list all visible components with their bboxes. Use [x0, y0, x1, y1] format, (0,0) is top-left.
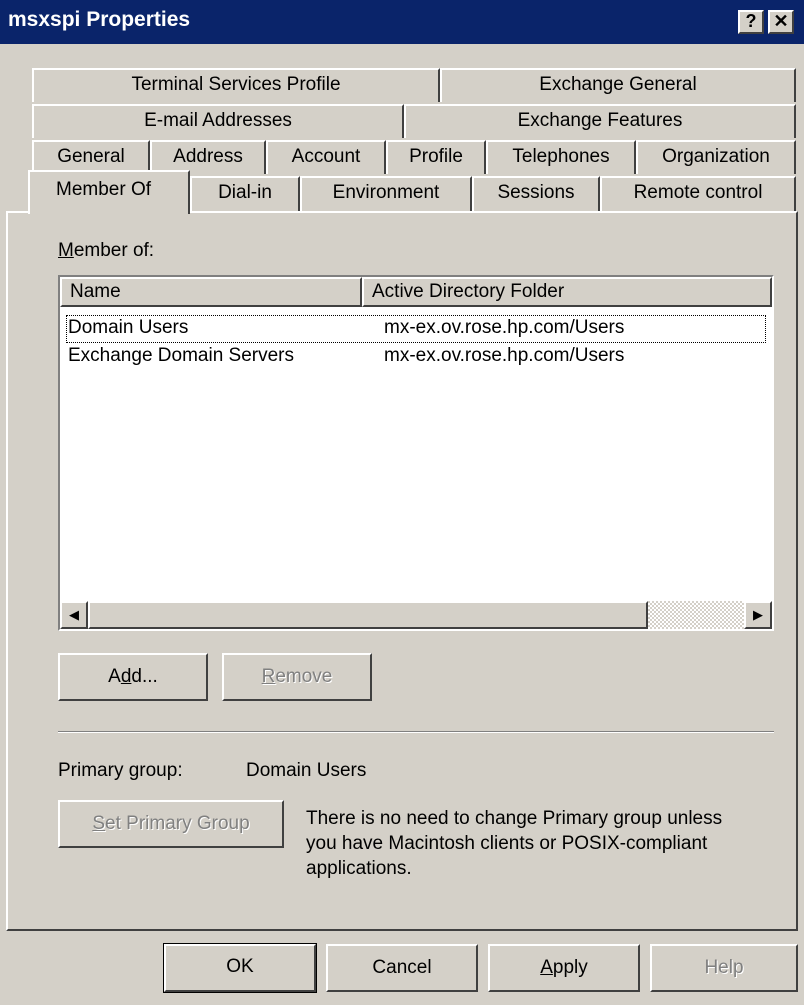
member-of-label-text: ember of: [73, 240, 155, 261]
set-primary-label-post: et Primary Group [105, 813, 250, 834]
tab-general[interactable]: General [32, 140, 150, 174]
scrollbar-track[interactable] [648, 601, 744, 629]
list-item-exchange-domain-servers[interactable]: Exchange Domain Servers mx-ex.ov.rose.hp… [66, 343, 766, 371]
add-label-mnemonic: d [120, 666, 132, 687]
tab-profile[interactable]: Profile [386, 140, 486, 174]
column-header-name[interactable]: Name [60, 277, 362, 307]
tab-terminal-services-profile[interactable]: Terminal Services Profile [32, 68, 440, 102]
list-item-name: Exchange Domain Servers [68, 345, 294, 366]
list-item-folder: mx-ex.ov.rose.hp.com/Users [384, 345, 625, 366]
close-icon[interactable]: ✕ [768, 10, 794, 34]
help-button[interactable]: Help [650, 944, 798, 992]
note-line: applications. [306, 858, 412, 879]
note-line: you have Macintosh clients or POSIX-comp… [306, 833, 708, 854]
member-of-mnemonic: M [58, 240, 74, 261]
separator [58, 731, 774, 733]
tab-organization[interactable]: Organization [636, 140, 796, 174]
member-of-label: Member of: [58, 240, 154, 262]
tab-sessions[interactable]: Sessions [472, 176, 600, 212]
tab-dial-in[interactable]: Dial-in [190, 176, 300, 212]
tab-address[interactable]: Address [150, 140, 266, 174]
remove-button[interactable]: Remove [222, 653, 372, 701]
tab-remote-control[interactable]: Remote control [600, 176, 796, 212]
set-primary-label-mnemonic: S [92, 813, 106, 834]
list-item-name: Domain Users [68, 317, 189, 338]
remove-label-mnemonic: R [261, 666, 276, 687]
scroll-left-icon[interactable]: ◀ [60, 601, 88, 629]
ok-button[interactable]: OK [163, 943, 317, 993]
primary-group-value: Domain Users [246, 760, 367, 781]
title-bar[interactable]: msxspi Properties ? ✕ [0, 0, 804, 44]
window-title: msxspi Properties [8, 8, 191, 31]
primary-group-label: Primary group: [58, 760, 183, 781]
tab-exchange-general[interactable]: Exchange General [440, 68, 796, 102]
add-button[interactable]: Add... [58, 653, 208, 701]
tab-telephones[interactable]: Telephones [486, 140, 636, 174]
list-item-folder: mx-ex.ov.rose.hp.com/Users [384, 317, 625, 338]
add-label-post: d... [131, 666, 158, 687]
horizontal-scrollbar[interactable]: ◀ ▶ [60, 601, 772, 629]
add-label-pre: A [108, 666, 121, 687]
help-icon[interactable]: ? [738, 10, 764, 34]
apply-button[interactable]: Apply [488, 944, 640, 992]
tab-account[interactable]: Account [266, 140, 386, 174]
scrollbar-thumb[interactable] [88, 601, 648, 629]
set-primary-group-button[interactable]: Set Primary Group [58, 800, 284, 848]
list-item-domain-users[interactable]: Domain Users mx-ex.ov.rose.hp.com/Users [66, 315, 766, 343]
remove-label-post: emove [275, 666, 333, 687]
apply-label-mnemonic: A [540, 957, 553, 978]
tab-exchange-features[interactable]: Exchange Features [404, 104, 796, 138]
apply-label-rest: pply [552, 957, 588, 978]
note-line: There is no need to change Primary group… [306, 808, 723, 829]
column-header-folder[interactable]: Active Directory Folder [362, 277, 772, 307]
tab-member-of[interactable]: Member Of [28, 170, 190, 214]
scroll-right-icon[interactable]: ▶ [744, 601, 772, 629]
member-of-list[interactable]: Name Active Directory Folder Domain User… [58, 275, 774, 631]
cancel-button[interactable]: Cancel [326, 944, 478, 992]
tab-email-addresses[interactable]: E-mail Addresses [32, 104, 404, 138]
tab-environment[interactable]: Environment [300, 176, 472, 212]
primary-group-note: There is no need to change Primary group… [306, 806, 722, 881]
